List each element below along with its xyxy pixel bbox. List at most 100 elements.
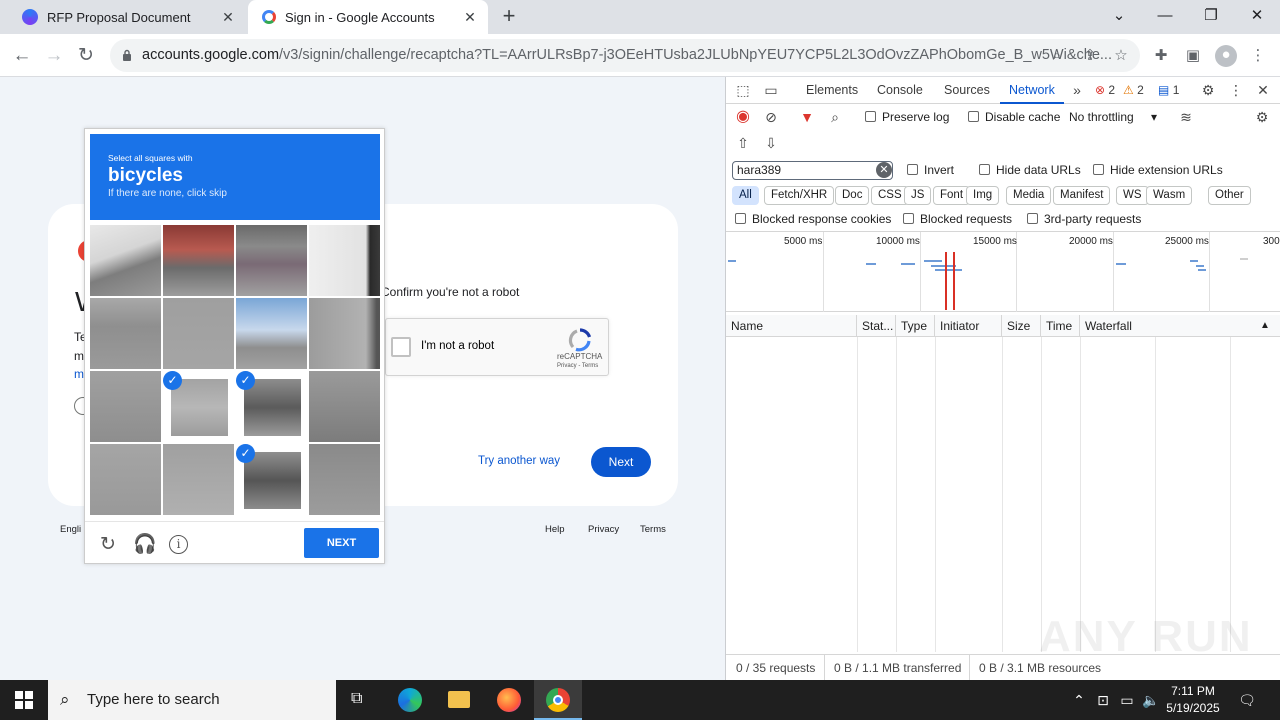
terms-link[interactable]: Terms: [640, 524, 666, 535]
type-filter-chip[interactable]: JS: [904, 186, 932, 205]
close-tab-icon[interactable]: ✕: [220, 9, 236, 25]
extensions-icon[interactable]: ✚: [1151, 46, 1171, 66]
throttling-select[interactable]: No throttling ▾: [1069, 110, 1157, 124]
third-party-requests-checkbox[interactable]: 3rd-party requests: [1027, 212, 1141, 226]
info-icon[interactable]: i: [169, 535, 188, 554]
network-icon[interactable]: ▭: [1118, 691, 1136, 709]
edge-taskbar-button[interactable]: [386, 680, 434, 720]
network-overview-timeline[interactable]: 5000 ms 10000 ms 15000 ms 20000 ms 25000…: [726, 231, 1280, 312]
device-toolbar-icon[interactable]: ▭: [762, 81, 780, 99]
privacy-link[interactable]: Privacy: [588, 524, 619, 535]
disable-cache-checkbox[interactable]: Disable cache: [968, 110, 1060, 124]
task-view-button[interactable]: ⧉: [336, 680, 384, 720]
recaptcha-privacy-terms[interactable]: Privacy - Terms: [557, 363, 598, 369]
clear-icon[interactable]: ⊘: [762, 108, 780, 126]
forward-button[interactable]: →: [40, 42, 68, 70]
type-filter-chip[interactable]: Manifest: [1053, 186, 1111, 205]
hide-extension-urls-checkbox[interactable]: Hide extension URLs: [1093, 163, 1223, 177]
start-button[interactable]: [0, 680, 48, 720]
challenge-tile[interactable]: [90, 371, 161, 442]
inspect-element-icon[interactable]: ⬚: [734, 81, 752, 99]
message-count-badge[interactable]: ▤ 1: [1158, 83, 1179, 97]
invert-checkbox[interactable]: Invert: [907, 163, 954, 177]
network-settings-icon[interactable]: ⚙: [1253, 108, 1271, 126]
blocked-requests-checkbox[interactable]: Blocked requests: [903, 212, 1012, 226]
challenge-tile[interactable]: [90, 225, 161, 296]
challenge-tile[interactable]: [236, 298, 307, 369]
settings-gear-icon[interactable]: ⚙: [1199, 81, 1217, 99]
device-icon[interactable]: ⊡: [1094, 691, 1112, 709]
tab-console[interactable]: Console: [877, 77, 923, 104]
column-header[interactable]: Type: [896, 315, 935, 337]
filter-icon[interactable]: ▼: [798, 108, 816, 126]
bookmark-star-icon[interactable]: ☆: [1111, 46, 1131, 66]
network-conditions-icon[interactable]: ≋: [1177, 108, 1195, 126]
chrome-menu-icon[interactable]: ⋮: [1248, 46, 1268, 66]
firefox-taskbar-button[interactable]: [485, 680, 533, 720]
type-filter-chip[interactable]: All: [732, 186, 759, 205]
import-har-icon[interactable]: ⇧: [734, 134, 752, 152]
record-icon[interactable]: ◉: [734, 108, 752, 126]
challenge-tile[interactable]: [236, 225, 307, 296]
column-header[interactable]: Time: [1041, 315, 1080, 337]
challenge-next-button[interactable]: NEXT: [304, 528, 379, 558]
audio-challenge-icon[interactable]: 🎧: [133, 534, 157, 556]
minimize-button[interactable]: —: [1151, 4, 1179, 28]
file-explorer-taskbar-button[interactable]: [435, 680, 483, 720]
close-window-button[interactable]: ✕: [1243, 4, 1271, 28]
restore-button[interactable]: ❐: [1197, 4, 1225, 28]
notifications-icon[interactable]: 🗨: [1238, 691, 1256, 709]
address-bar[interactable]: accounts.google.com/v3/signin/challenge/…: [110, 39, 1140, 72]
language-selector[interactable]: Engli: [60, 524, 81, 535]
help-link[interactable]: Help: [545, 524, 565, 535]
close-devtools-icon[interactable]: ✕: [1254, 81, 1272, 99]
challenge-tile[interactable]: [90, 444, 161, 515]
more-tabs-icon[interactable]: »: [1068, 81, 1086, 99]
blocked-response-cookies-checkbox[interactable]: Blocked response cookies: [735, 212, 891, 226]
next-button[interactable]: Next: [591, 447, 651, 477]
preserve-log-checkbox[interactable]: Preserve log: [865, 110, 949, 124]
challenge-tile[interactable]: [309, 225, 380, 296]
clear-filter-icon[interactable]: ✕: [876, 162, 892, 178]
new-tab-button[interactable]: +: [496, 5, 522, 29]
tab-search-icon[interactable]: ⌄: [1105, 4, 1133, 28]
type-filter-chip[interactable]: Other: [1208, 186, 1251, 205]
challenge-tile[interactable]: ✓: [236, 444, 307, 515]
challenge-tile[interactable]: [163, 225, 234, 296]
type-filter-chip[interactable]: WS: [1116, 186, 1149, 205]
close-tab-icon[interactable]: ✕: [462, 9, 478, 25]
error-count-badge[interactable]: ⊗ 2: [1095, 83, 1115, 97]
search-icon[interactable]: ⌕: [826, 108, 844, 126]
column-header[interactable]: Name: [726, 315, 857, 337]
share-icon[interactable]: ⇪: [1080, 46, 1100, 66]
reload-button[interactable]: ↻: [72, 42, 100, 70]
challenge-tile[interactable]: [163, 298, 234, 369]
type-filter-chip[interactable]: Wasm: [1146, 186, 1193, 205]
chrome-taskbar-button[interactable]: [534, 680, 582, 720]
export-har-icon[interactable]: ⇩: [762, 134, 780, 152]
column-header[interactable]: Initiator: [935, 315, 1002, 337]
challenge-tile[interactable]: [309, 298, 380, 369]
tab-rfp-proposal[interactable]: RFP Proposal Document ✕: [8, 0, 246, 34]
challenge-tile[interactable]: [309, 371, 380, 442]
link-fragment[interactable]: m: [74, 367, 84, 381]
challenge-tile[interactable]: ✓: [163, 371, 234, 442]
type-filter-chip[interactable]: Media: [1006, 186, 1052, 205]
devtools-menu-icon[interactable]: ⋮: [1227, 81, 1245, 99]
show-hidden-icons-icon[interactable]: ⌃: [1070, 691, 1088, 709]
system-clock[interactable]: 7:11 PM 5/19/2025: [1158, 683, 1228, 717]
challenge-tile[interactable]: [309, 444, 380, 515]
tab-sources[interactable]: Sources: [944, 77, 990, 104]
try-another-way-link[interactable]: Try another way: [478, 455, 560, 467]
taskbar-search-box[interactable]: ⌕ Type here to search: [48, 680, 336, 720]
type-filter-chip[interactable]: CSS: [871, 186, 909, 205]
column-header[interactable]: Size: [1002, 315, 1041, 337]
back-button[interactable]: ←: [8, 42, 36, 70]
sort-ascending-icon[interactable]: ▲: [1260, 315, 1270, 337]
warning-count-badge[interactable]: ⚠ 2: [1123, 83, 1144, 97]
type-filter-chip[interactable]: Img: [966, 186, 1000, 205]
type-filter-chip[interactable]: Doc: [835, 186, 870, 205]
filter-input[interactable]: hara389: [732, 161, 893, 180]
hide-data-urls-checkbox[interactable]: Hide data URLs: [979, 163, 1081, 177]
profile-avatar-icon[interactable]: ●: [1215, 45, 1237, 67]
